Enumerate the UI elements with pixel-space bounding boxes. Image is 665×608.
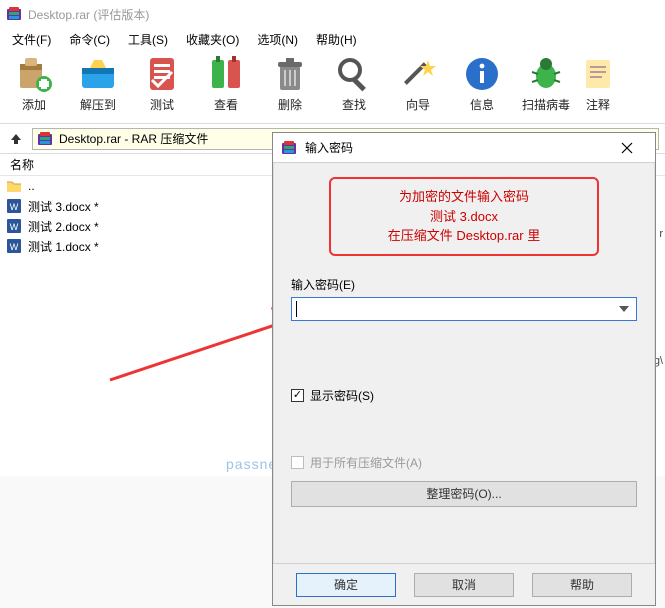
- bg-fragment: r: [659, 228, 663, 240]
- docx-icon: W: [6, 198, 22, 214]
- menu-file[interactable]: 文件(F): [4, 29, 59, 50]
- info-icon: [462, 54, 502, 94]
- title-bar: Desktop.rar (评估版本): [0, 0, 665, 28]
- docx-icon: W: [6, 238, 22, 254]
- menu-tools[interactable]: 工具(S): [120, 29, 176, 50]
- hint-box: 为加密的文件输入密码 测试 3.docx 在压缩文件 Desktop.rar 里: [329, 177, 599, 256]
- dialog-title: 输入密码: [305, 139, 353, 156]
- bug-icon: [526, 54, 566, 94]
- trash-icon: [270, 54, 310, 94]
- dialog-body: 为加密的文件输入密码 测试 3.docx 在压缩文件 Desktop.rar 里…: [273, 163, 655, 563]
- test-icon: [142, 54, 182, 94]
- toolbar-comment[interactable]: 注释: [578, 54, 618, 113]
- up-button[interactable]: [6, 129, 26, 149]
- toolbar-delete[interactable]: 删除: [258, 54, 322, 113]
- menu-commands[interactable]: 命令(C): [61, 29, 118, 50]
- checkbox-icon: [291, 389, 304, 402]
- password-dialog: 输入密码 为加密的文件输入密码 测试 3.docx 在压缩文件 Desktop.…: [272, 132, 656, 606]
- dialog-titlebar[interactable]: 输入密码: [273, 133, 655, 163]
- help-button[interactable]: 帮助: [532, 573, 632, 597]
- show-password-checkbox[interactable]: 显示密码(S): [291, 387, 637, 404]
- folder-up-icon: [6, 178, 22, 194]
- toolbar-extract[interactable]: 解压到: [66, 54, 130, 113]
- organize-passwords-button[interactable]: 整理密码(O)...: [291, 481, 637, 507]
- dropdown-button[interactable]: [612, 298, 636, 320]
- hint-line: 测试 3.docx: [337, 207, 591, 227]
- toolbar-view[interactable]: 查看: [194, 54, 258, 113]
- docx-icon: W: [6, 218, 22, 234]
- password-input[interactable]: [291, 297, 637, 321]
- apply-all-checkbox[interactable]: 用于所有压缩文件(A): [291, 454, 637, 471]
- column-name[interactable]: 名称: [0, 156, 44, 173]
- note-icon: [578, 54, 618, 94]
- menu-favorites[interactable]: 收藏夹(O): [178, 29, 247, 50]
- winrar-icon: [6, 6, 22, 22]
- svg-text:W: W: [10, 202, 19, 212]
- menu-help[interactable]: 帮助(H): [308, 29, 365, 50]
- toolbar-info[interactable]: 信息: [450, 54, 514, 113]
- cancel-button[interactable]: 取消: [414, 573, 514, 597]
- toolbar-virus[interactable]: 扫描病毒: [514, 54, 578, 113]
- search-icon: [334, 54, 374, 94]
- address-text: Desktop.rar - RAR 压缩文件: [59, 130, 208, 147]
- toolbar: 添加 解压到 测试 查看 删除 查找 向导 信息 扫描病毒 注释: [0, 50, 665, 124]
- svg-text:W: W: [10, 242, 19, 252]
- menu-options[interactable]: 选项(N): [249, 29, 306, 50]
- text-cursor-icon: [296, 301, 297, 317]
- archive-add-icon: [14, 54, 54, 94]
- ok-button[interactable]: 确定: [296, 573, 396, 597]
- window-title: Desktop.rar (评估版本): [28, 6, 149, 23]
- checkbox-icon: [291, 456, 304, 469]
- menu-bar[interactable]: 文件(F) 命令(C) 工具(S) 收藏夹(O) 选项(N) 帮助(H): [0, 28, 665, 50]
- toolbar-add[interactable]: 添加: [2, 54, 66, 113]
- view-icon: [206, 54, 246, 94]
- toolbar-wizard[interactable]: 向导: [386, 54, 450, 113]
- dialog-buttons: 确定 取消 帮助: [273, 563, 655, 605]
- winrar-icon: [281, 140, 297, 156]
- hint-line: 为加密的文件输入密码: [337, 187, 591, 207]
- extract-icon: [78, 54, 118, 94]
- wand-icon: [398, 54, 438, 94]
- svg-text:W: W: [10, 222, 19, 232]
- archive-icon: [37, 131, 53, 147]
- toolbar-find[interactable]: 查找: [322, 54, 386, 113]
- password-label: 输入密码(E): [291, 276, 637, 293]
- toolbar-test[interactable]: 测试: [130, 54, 194, 113]
- close-button[interactable]: [607, 134, 647, 162]
- hint-line: 在压缩文件 Desktop.rar 里: [337, 226, 591, 246]
